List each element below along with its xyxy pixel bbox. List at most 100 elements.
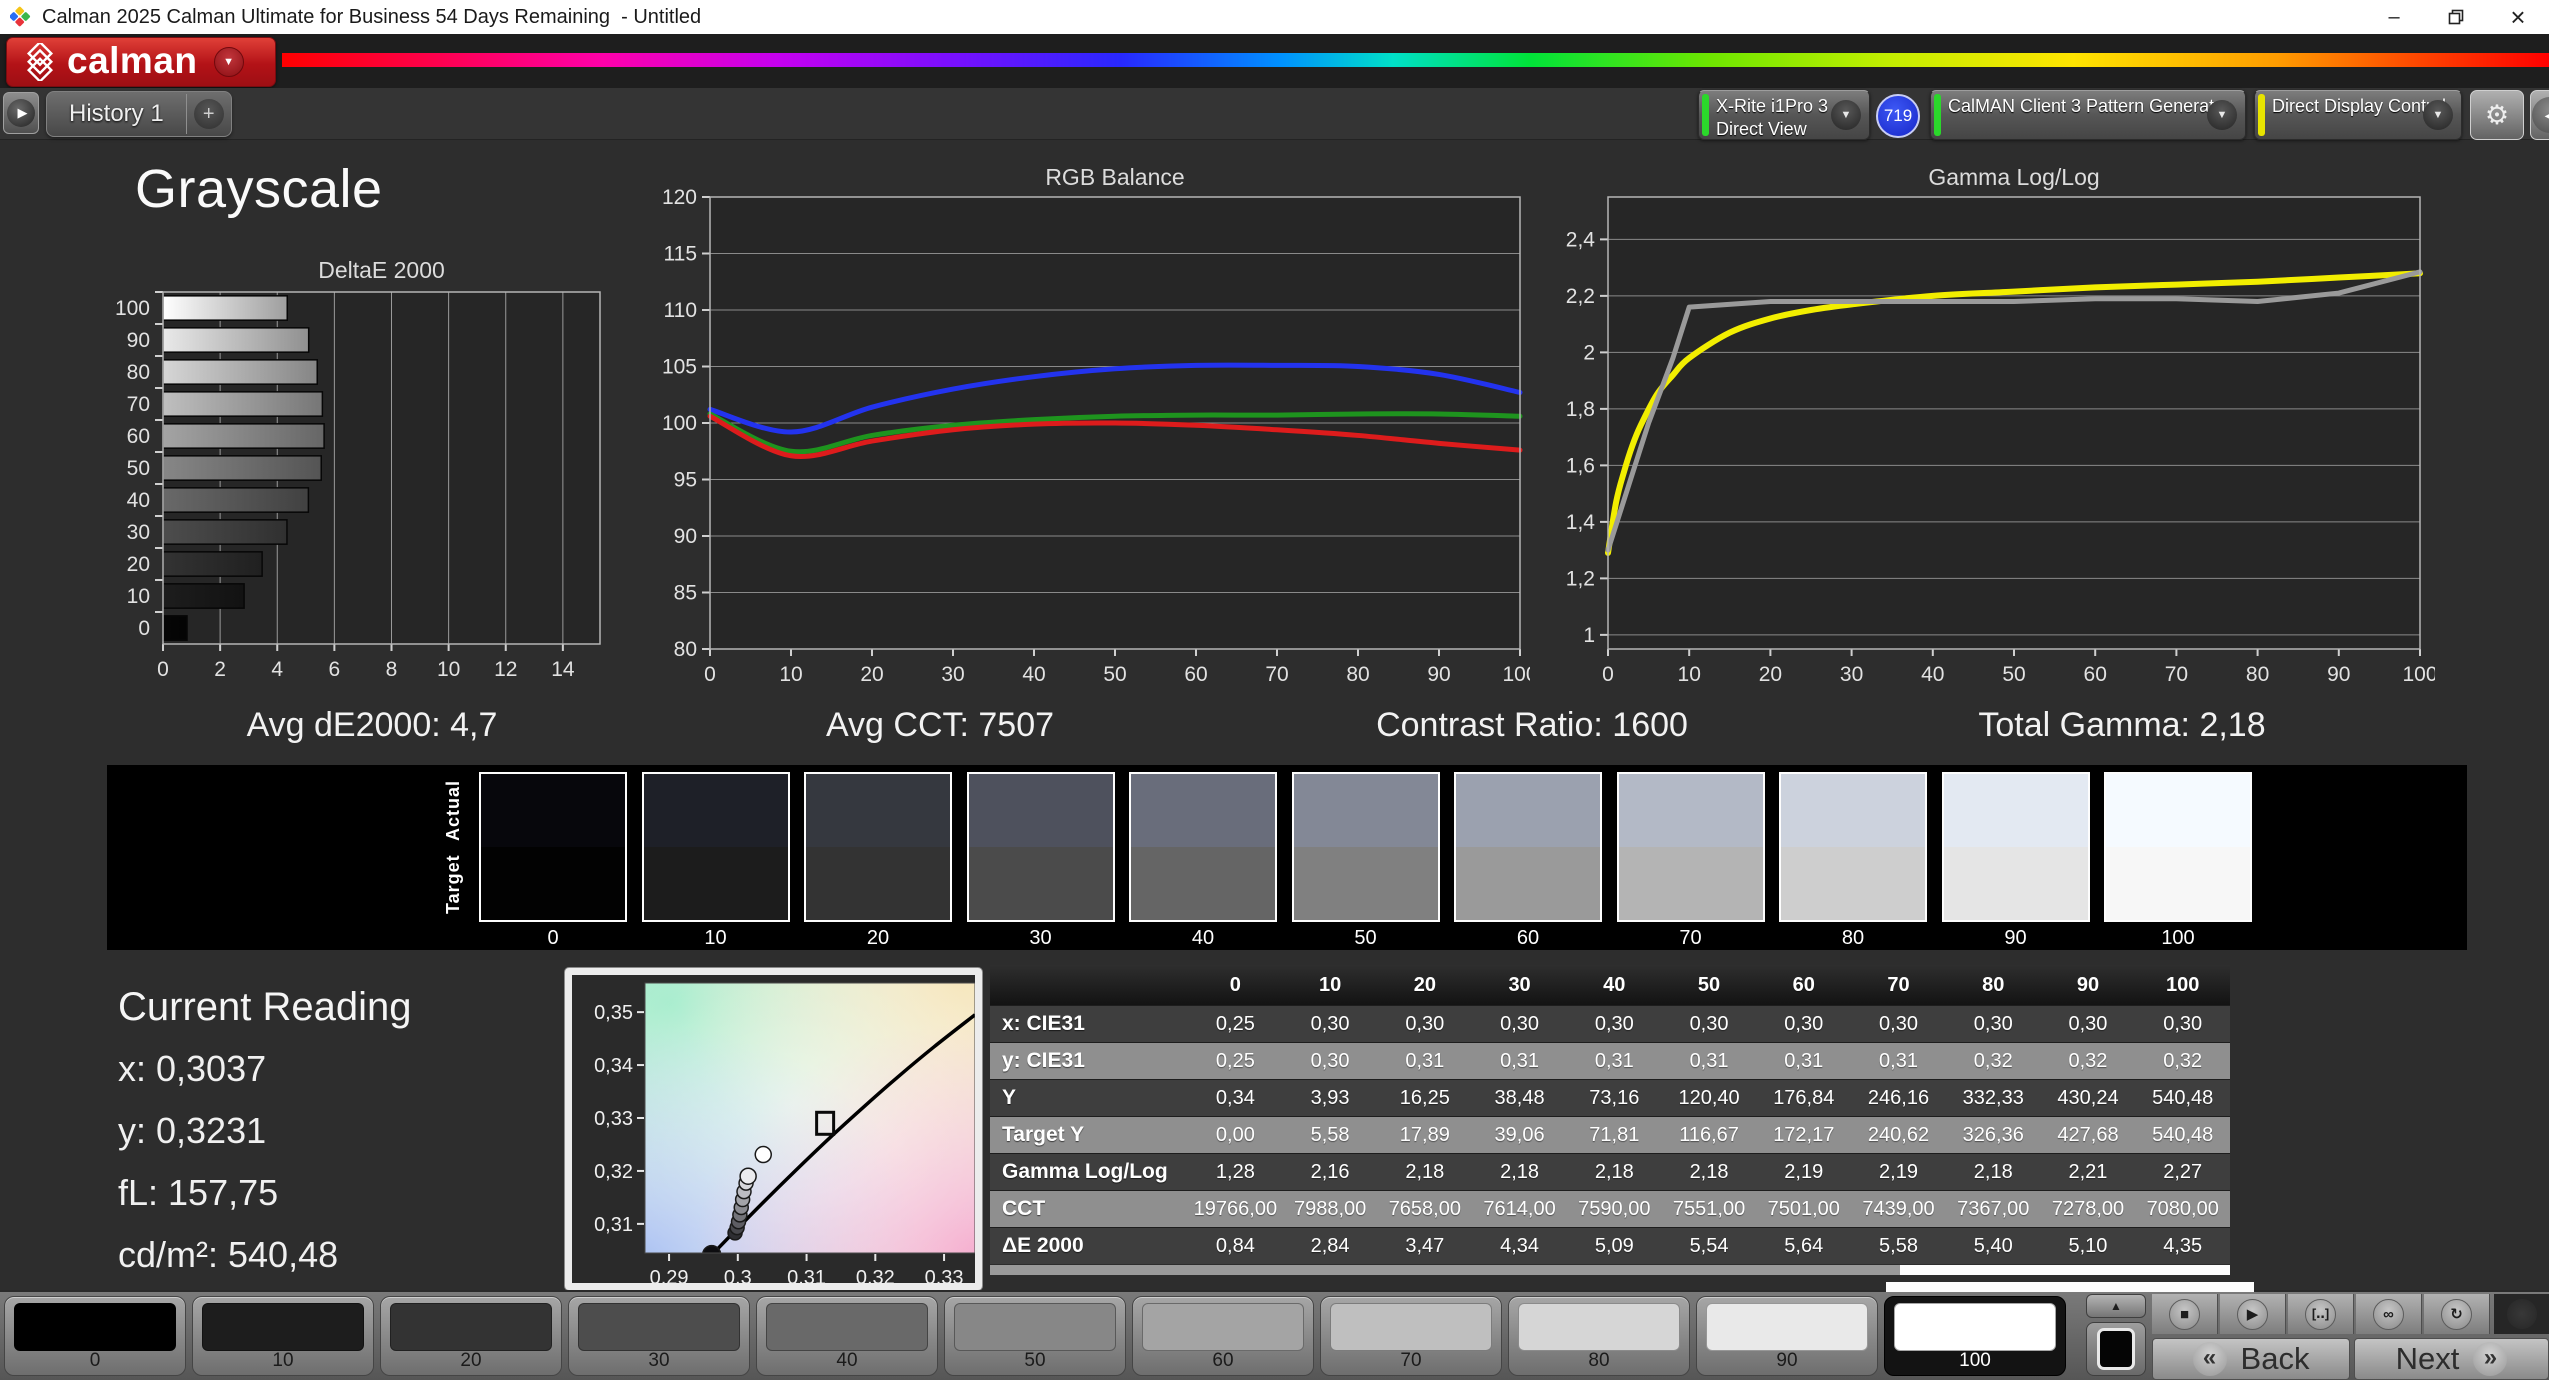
tick-label: 30 — [127, 521, 150, 544]
table-cell: 7551,00 — [1672, 1197, 1746, 1220]
gray-patch-button-100[interactable]: 100 — [1884, 1296, 2066, 1376]
stop-button[interactable]: ■ — [2152, 1294, 2218, 1334]
table-cell: 0,30 — [2068, 1012, 2108, 1035]
pattern-generator-dropdown[interactable]: CalMAN Client 3 Pattern Generator ▼ — [1930, 90, 2246, 140]
restore-icon[interactable] — [2425, 0, 2487, 34]
pattern-window-icon — [2097, 1328, 2135, 1370]
tick-label: 40 — [1022, 663, 1045, 685]
table-scrollbar-thumb[interactable] — [1900, 1265, 2230, 1275]
gamma-chart: 1 1,2 1,4 1,6 1,8 2 2,2 2,4 0 10 20 30 40 50 60 70 80 90 1… — [1530, 164, 2438, 690]
tick-label: 120 — [662, 186, 697, 209]
close-icon[interactable]: × — [2487, 0, 2549, 34]
table-cell: 17,89 — [1399, 1123, 1450, 1146]
gray-patch-button-70[interactable]: 70 — [1320, 1296, 1502, 1376]
play-button[interactable]: ▶ — [2220, 1294, 2286, 1334]
target-row-label: Target — [443, 854, 463, 915]
tick-label: 4 — [271, 658, 283, 681]
settings-button[interactable]: ⚙ — [2470, 90, 2524, 140]
table-cell: 172,17 — [1773, 1123, 1835, 1146]
pattern-bar: 0 10 20 30 40 50 60 70 80 90 100 ▲ ■ ▶ [‥] ∞ ↻ « Back … — [0, 1282, 2549, 1380]
app-header: calman ▼ — [0, 34, 2549, 88]
table-row: x: CIE31 0,25 0,30 0,30 0,30 0,30 0,30 0,30 0,30… — [990, 1005, 2230, 1042]
tick-label: 50 — [1103, 663, 1126, 685]
chevron-down-icon: ▼ — [2423, 100, 2453, 130]
tick-label: 40 — [127, 489, 150, 512]
column-header-50: 50 — [1697, 973, 1721, 996]
gray-patch-button-90[interactable]: 90 — [1696, 1296, 1878, 1376]
table-cell: 2,16 — [1310, 1160, 1350, 1183]
stop-icon: ■ — [2169, 1298, 2200, 1330]
tick-label: 10 — [127, 585, 150, 608]
tick-label: 0,34 — [594, 1055, 633, 1077]
pattern-window-button[interactable] — [2086, 1322, 2146, 1376]
actual-color — [806, 774, 950, 847]
patch-label: 70 — [1400, 1350, 1422, 1371]
patch-label: 80 — [1588, 1350, 1610, 1371]
strip-level-label: 30 — [1029, 927, 1052, 949]
row-label: Target Y — [1002, 1123, 1085, 1146]
table-cell: 73,16 — [1589, 1086, 1640, 1109]
meter-dropdown[interactable]: X-Rite i1Pro 3 Direct View ▼ — [1698, 90, 1870, 140]
strip-level-label: 40 — [1191, 927, 1215, 949]
step-button[interactable]: [‥] — [2288, 1294, 2354, 1334]
actual-row-label: Actual — [443, 780, 463, 842]
strip-swatch-10 — [641, 772, 790, 922]
gray-patch-button-60[interactable]: 60 — [1132, 1296, 1314, 1376]
chevron-down-icon: ▼ — [213, 47, 244, 77]
tick-label: 90 — [674, 525, 697, 548]
back-button[interactable]: « Back — [2152, 1338, 2350, 1380]
tab-bar: ▶ History 1 + X-Rite i1Pro 3 Direct View… — [0, 88, 2549, 140]
panel-expand-button[interactable]: ▲ — [2086, 1294, 2146, 1318]
tick-label: 100 — [2402, 663, 2435, 685]
strip-swatch-30 — [966, 772, 1115, 922]
tab-history-1[interactable]: History 1 — [47, 100, 186, 128]
gray-patch-button-80[interactable]: 80 — [1508, 1296, 1690, 1376]
table-cell: 5,40 — [1973, 1234, 2013, 1257]
meter-name: X-Rite i1Pro 3 — [1716, 96, 1829, 116]
table-cell: 1,28 — [1215, 1160, 1255, 1183]
gray-patch-button-20[interactable]: 20 — [380, 1296, 562, 1376]
calman-menu-button[interactable]: calman ▼ — [6, 37, 276, 87]
gray-patch-button-50[interactable]: 50 — [944, 1296, 1126, 1376]
workflow-nav-button[interactable]: ▶ — [3, 92, 39, 134]
gray-patch-button-30[interactable]: 30 — [568, 1296, 750, 1376]
gray-patch-button-10[interactable]: 10 — [192, 1296, 374, 1376]
tick-label: 70 — [127, 393, 150, 416]
display-status-accent — [2258, 94, 2265, 136]
meter-count-badge[interactable]: 719 — [1876, 94, 1920, 138]
patch-label: 100 — [1959, 1350, 1991, 1371]
add-tab-button[interactable]: + — [187, 92, 231, 136]
next-button[interactable]: Next » — [2354, 1338, 2549, 1380]
tick-label: 60 — [127, 425, 150, 448]
collapse-panel-button[interactable]: ◀ — [2530, 90, 2549, 140]
reading-y: y: 0,3231 — [118, 1110, 267, 1151]
tick-label: 1,2 — [1566, 567, 1595, 590]
row-label: Gamma Log/Log — [1002, 1160, 1168, 1183]
infinity-button[interactable]: ∞ — [2356, 1294, 2422, 1334]
gear-icon: ⚙ — [2484, 99, 2510, 130]
tick-label: 2 — [1583, 341, 1595, 364]
grayscale-strip: Actual Target 0 10 20 30 40 50 60 70 80 90 100 — [107, 765, 2467, 950]
next-chevrons-icon: » — [2473, 1342, 2508, 1376]
target-color — [1781, 847, 1925, 920]
actual-color — [1293, 774, 1438, 847]
gray-patch-button-0[interactable]: 0 — [4, 1296, 186, 1376]
table-cell: 2,84 — [1310, 1234, 1350, 1257]
strip-level-label: 70 — [1679, 927, 1702, 949]
patch-swatch — [1518, 1303, 1680, 1351]
table-cell: 19766,00 — [1193, 1197, 1278, 1220]
table-scrollbar[interactable] — [990, 1265, 2230, 1275]
table-cell: 246,16 — [1867, 1086, 1930, 1109]
table-cell: 7439,00 — [1862, 1197, 1935, 1220]
strip-swatch-90 — [1941, 772, 2090, 922]
display-control-dropdown[interactable]: Direct Display Control ▼ — [2254, 90, 2462, 140]
tick-label: 0,32 — [594, 1161, 633, 1183]
refresh-button[interactable]: ↻ — [2424, 1294, 2490, 1334]
gray-patch-button-40[interactable]: 40 — [756, 1296, 938, 1376]
tick-label: 2 — [214, 658, 226, 681]
tick-label: 80 — [1346, 663, 1369, 685]
strip-swatch-50 — [1291, 772, 1440, 922]
column-header-10: 10 — [1318, 973, 1342, 996]
table-cell: 0,31 — [1594, 1049, 1634, 1072]
minimize-icon[interactable]: – — [2363, 0, 2425, 34]
